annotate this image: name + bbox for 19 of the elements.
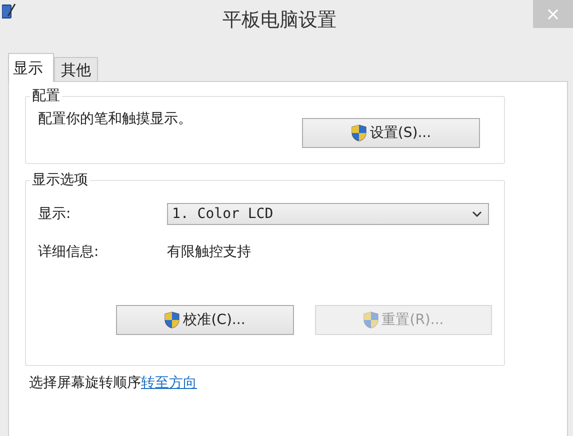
group-title: 显示选项 <box>30 171 90 189</box>
tab[interactable]: 显示 <box>8 53 54 82</box>
shield-icon <box>362 311 379 329</box>
shield-icon <box>164 311 180 329</box>
rotation-text: 选择屏幕旋转顺序 <box>29 375 141 391</box>
details-value: 有限触控支持 <box>167 243 251 261</box>
window-title: 平板电脑设置 <box>222 8 338 33</box>
chevron-down-icon <box>472 211 482 217</box>
shield-icon <box>350 124 367 142</box>
tab[interactable]: 其他 <box>54 57 98 82</box>
display-label: 显示: <box>38 205 72 223</box>
display-dropdown[interactable]: 1. Color LCD <box>167 203 489 225</box>
description-text: 配置你的笔和触摸显示。 <box>38 110 192 128</box>
settings-button[interactable]: 设置(S)... <box>302 118 480 148</box>
tablet-pen-icon <box>2 2 16 20</box>
details-label: 详细信息: <box>38 243 100 261</box>
orientation-link[interactable]: 转至方向 <box>141 375 197 391</box>
group-title: 配置 <box>30 87 62 105</box>
action-button[interactable]: 校准(C)... <box>116 305 294 335</box>
